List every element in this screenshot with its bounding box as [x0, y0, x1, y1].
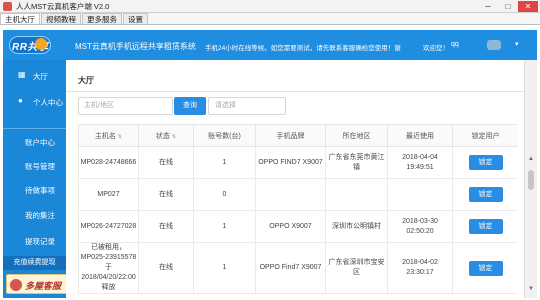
welcome-text: 欢迎您！	[423, 45, 449, 52]
region: 广东省深圳市宝安区	[325, 242, 388, 294]
scroll-thumb[interactable]	[528, 170, 534, 190]
region-select[interactable]: 请选择	[208, 97, 286, 115]
column-header: 账号数(台)	[193, 124, 256, 147]
account-count: 1	[193, 210, 256, 243]
app-header: RR共享 MST云真机手机远程共享租赁系统 手机24小时在线等候。如您需要测试，…	[3, 30, 537, 60]
sidebar-item-label: 个人中心	[33, 98, 63, 107]
search-button[interactable]: 查询	[174, 97, 206, 115]
last-used: 2018-04-02 23:30:17	[387, 242, 453, 294]
table-header-row: 主机名 ⇅ 状态 ⇅ 账号数(台) 手机品牌 所在地区 最近使用 锁定用户	[78, 124, 518, 147]
table-row: MP027 在线 0 锁定	[78, 178, 518, 211]
host-name: 已被租用，MP025-23915578于2018/04/20/22:00释放	[78, 242, 139, 294]
phone-brand	[255, 178, 326, 211]
account-count: 1	[193, 242, 256, 294]
title-divider	[66, 91, 524, 92]
host-name: MP026-24727028	[78, 210, 139, 243]
host-name: MP028-24748666	[78, 146, 139, 179]
phone-brand: OPPO FIND7 X9007	[255, 146, 326, 179]
sort-icon[interactable]: ⇅	[118, 134, 122, 140]
maximize-button[interactable]: □	[498, 1, 518, 12]
lock-button[interactable]: 锁定	[468, 260, 503, 276]
column-header: 手机品牌	[255, 124, 326, 147]
status-cell: 在线	[138, 146, 194, 179]
chevron-down-icon[interactable]: ▾	[515, 40, 519, 48]
search-input[interactable]: 主机/地区	[78, 97, 173, 115]
customer-service-banner[interactable]: 多屋客服	[6, 274, 68, 294]
sidebar: ▦ 大厅 ● 个人中心 账户中心 账号管理 待做事项 我的集注 提现记录 充值续…	[3, 60, 68, 298]
column-header: 所在地区	[325, 124, 388, 147]
avatar[interactable]	[487, 40, 501, 50]
window-controls: ─ □ ✕	[478, 1, 538, 12]
app-icon	[3, 1, 12, 11]
lock-button[interactable]: 锁定	[468, 219, 503, 234]
column-header[interactable]: 状态 ⇅	[138, 124, 194, 147]
sidebar-item-hall[interactable]: ▦ 大厅	[3, 70, 66, 84]
close-button[interactable]: ✕	[518, 1, 538, 12]
last-used	[387, 178, 453, 211]
account-count: 1	[193, 146, 256, 179]
tab-host-hall[interactable]: 主机大厅	[0, 13, 40, 24]
page-title: 大厅	[78, 76, 94, 85]
phone-brand: OPPO X9007	[255, 210, 326, 243]
header-notice: 手机24小时在线等候。如您需要测试，请先联系客服确检您使用！谢	[205, 45, 401, 52]
region: 深圳市公明镇村	[325, 210, 388, 243]
region: 广东省东莞市黄江镇	[325, 146, 388, 179]
sidebar-link-account-center[interactable]: 账户中心	[25, 137, 55, 148]
minimize-button[interactable]: ─	[478, 1, 498, 12]
sidebar-item-personal-center[interactable]: ● 个人中心	[3, 96, 66, 110]
column-header: 最近使用	[387, 124, 453, 147]
sidebar-link-withdraw-records[interactable]: 提现记录	[25, 236, 55, 247]
user-icon: ●	[18, 96, 23, 105]
status-cell: 在线	[138, 210, 194, 243]
scroll-down-icon[interactable]: ▼	[528, 286, 534, 292]
tab-settings[interactable]: 设置	[123, 13, 148, 24]
customer-service-label: 多屋客服	[25, 281, 62, 291]
sidebar-recharge-link[interactable]: 充值续费提现	[3, 256, 66, 270]
action-cell: 锁定	[452, 146, 518, 179]
scroll-up-icon[interactable]: ▲	[528, 156, 534, 162]
region	[325, 178, 388, 211]
sidebar-item-label: 大厅	[33, 72, 48, 81]
menu-bar: 主机大厅 视频教程 更多服务 设置	[0, 13, 540, 25]
host-name: MP027	[78, 178, 139, 211]
status-cell: 在线	[138, 242, 194, 294]
column-header[interactable]: 主机名 ⇅	[78, 124, 139, 147]
table-row: MP028-24748666 在线 1 OPPO FIND7 X9007 广东省…	[78, 146, 518, 179]
tab-more-services[interactable]: 更多服务	[82, 13, 122, 24]
grid-icon: ▦	[18, 70, 26, 79]
sidebar-divider	[3, 128, 66, 129]
status-cell: 在线	[138, 178, 194, 211]
title-bar: 人人MST云真机客户端 V2.0 ─ □ ✕	[0, 0, 540, 13]
action-cell: 锁定	[452, 178, 518, 211]
column-header: 锁定用户	[452, 124, 518, 147]
main-content: 大厅 主机/地区 查询 请选择 主机名 ⇅ 状态 ⇅ 账号数(台) 手机品牌 所在地…	[66, 60, 524, 298]
lock-button[interactable]: 锁定	[468, 187, 503, 202]
sidebar-link-account-management[interactable]: 账号管理	[25, 161, 55, 172]
system-title: MST云真机手机远程共享租赁系统	[75, 42, 196, 51]
logo-badge-icon	[35, 38, 47, 50]
tab-video-tutorials[interactable]: 视频教程	[41, 13, 81, 24]
account-count: 0	[193, 178, 256, 211]
host-table: 主机名 ⇅ 状态 ⇅ 账号数(台) 手机品牌 所在地区 最近使用 锁定用户 MP02…	[78, 124, 518, 298]
service-emblem-icon	[10, 279, 22, 291]
table-row: 已被租用，MP025-23915578于2018/04/20/22:00释放 在…	[78, 242, 518, 294]
action-cell: 锁定	[452, 210, 518, 243]
sidebar-link-my-collection[interactable]: 我的集注	[25, 210, 55, 221]
sidebar-link-todo[interactable]: 待做事项	[25, 185, 55, 196]
username[interactable]: qq	[451, 41, 459, 48]
window-title: 人人MST云真机客户端 V2.0	[16, 1, 110, 11]
phone-brand: OPPO Find7 X9007	[255, 242, 326, 294]
last-used: 2018-04-04 19:49:51	[387, 146, 453, 179]
action-cell: 锁定	[452, 242, 518, 294]
table-row: MP026-24727028 在线 1 OPPO X9007 深圳市公明镇村 2…	[78, 210, 518, 243]
last-used: 2018-03-30 02:50:20	[387, 210, 453, 243]
sort-icon[interactable]: ⇅	[172, 134, 176, 140]
vertical-scrollbar[interactable]: ▲ ▼	[524, 60, 537, 298]
lock-button[interactable]: 锁定	[468, 155, 503, 170]
